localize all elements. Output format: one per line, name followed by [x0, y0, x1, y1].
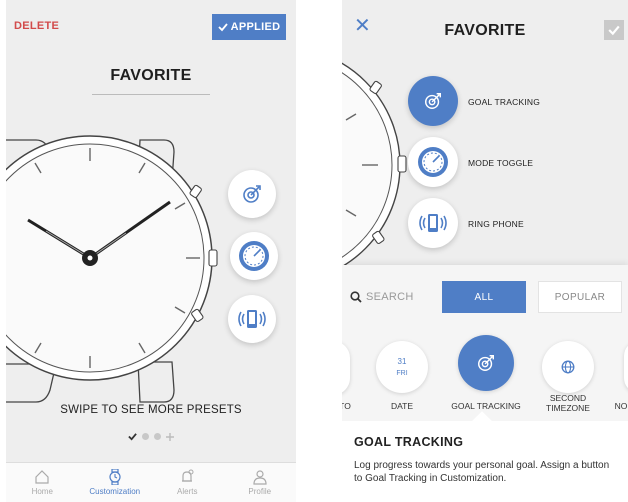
library-item-second-timezone[interactable] [542, 341, 594, 393]
complication-slot-goal-tracking[interactable] [408, 76, 458, 126]
complication-slot-ring-phone[interactable] [408, 198, 458, 248]
library-item-goal-tracking[interactable] [458, 335, 514, 391]
checkmark-icon [608, 25, 620, 36]
swipe-hint: SWIPE TO SEE MORE PRESETS [60, 404, 242, 416]
library-item-partial[interactable] [342, 341, 350, 395]
preset-screen: DELETE APPLIED FAVORITE SWIPE TO SEE MOR… [6, 0, 296, 502]
confirm-button[interactable] [604, 20, 624, 40]
globe-icon [561, 360, 575, 374]
library-item-date[interactable]: 31 FRI [376, 341, 428, 393]
detail-description: Log progress towards your personal goal.… [354, 460, 610, 484]
library-item-label: TO [342, 401, 351, 411]
goal-target-icon [243, 185, 261, 203]
page-title: FAVORITE [110, 67, 192, 84]
active-preset-check-icon [128, 433, 137, 441]
pager-dot [154, 433, 161, 440]
checkmark-icon [217, 23, 228, 32]
bottom-tab-bar: Home Customization Alerts Profile [6, 462, 296, 502]
middle-complication-button[interactable] [230, 232, 278, 280]
complication-label: GOAL TRACKING [468, 97, 541, 107]
ring-phone-icon [419, 214, 447, 232]
complication-picker-screen: ✕ FAVORITE GOAL TRACKING MODE TOGGLE RIN… [342, 0, 628, 502]
label-line: SECOND [549, 393, 587, 403]
tab-label: Home [31, 487, 53, 496]
tab-label: Profile [248, 487, 272, 496]
bell-icon [182, 469, 194, 482]
tab-label: Alerts [177, 487, 198, 496]
goal-target-icon [425, 93, 441, 109]
tab-home[interactable]: Home [6, 463, 79, 502]
person-icon [253, 470, 267, 485]
preset-pager[interactable] [6, 432, 296, 441]
tab-profile[interactable]: Profile [224, 463, 297, 502]
page-title: FAVORITE [444, 22, 526, 39]
library-item-label: NO [614, 401, 628, 411]
pager-dot [142, 433, 149, 440]
detail-title: GOAL TRACKING [354, 435, 464, 449]
tab-alerts[interactable]: Alerts [151, 463, 224, 502]
bottom-complication-button[interactable] [228, 295, 276, 343]
home-icon [35, 470, 49, 484]
applied-label: APPLIED [230, 21, 281, 33]
tab-customization[interactable]: Customization [79, 463, 152, 502]
goal-target-icon [478, 355, 494, 371]
title-divider [92, 94, 210, 95]
complication-slot-mode-toggle[interactable] [408, 137, 458, 187]
complication-label: RING PHONE [468, 219, 524, 229]
library-item-label: SECOND TIMEZONE [538, 393, 598, 413]
date-day: 31 [397, 357, 407, 366]
add-preset-icon [166, 432, 174, 441]
applied-button[interactable]: APPLIED [212, 14, 286, 40]
filter-popular-button[interactable]: POPULAR [538, 281, 622, 313]
search-button[interactable]: SEARCH [350, 285, 442, 309]
ring-phone-icon [238, 310, 266, 328]
top-complication-button[interactable] [228, 170, 276, 218]
watch-icon [109, 469, 121, 485]
library-item-partial[interactable] [624, 341, 628, 393]
complication-label: MODE TOGGLE [468, 158, 534, 168]
delete-button[interactable]: DELETE [14, 20, 59, 32]
mode-dial-icon [418, 147, 448, 177]
filter-all-button[interactable]: ALL [442, 281, 526, 313]
search-label: SEARCH [366, 291, 414, 303]
label-line: TIMEZONE [546, 403, 590, 413]
search-icon [350, 291, 362, 303]
tab-label: Customization [89, 487, 141, 496]
mode-dial-icon [239, 241, 269, 271]
date-weekday: FRI [396, 370, 408, 377]
complication-library-sheet: SEARCH ALL POPULAR TO 31 FRI DATE GOAL T… [342, 265, 628, 502]
library-item-label: DATE [390, 401, 414, 411]
detail-panel: GOAL TRACKING Log progress towards your … [342, 421, 628, 502]
library-item-label: GOAL TRACKING [451, 401, 521, 411]
